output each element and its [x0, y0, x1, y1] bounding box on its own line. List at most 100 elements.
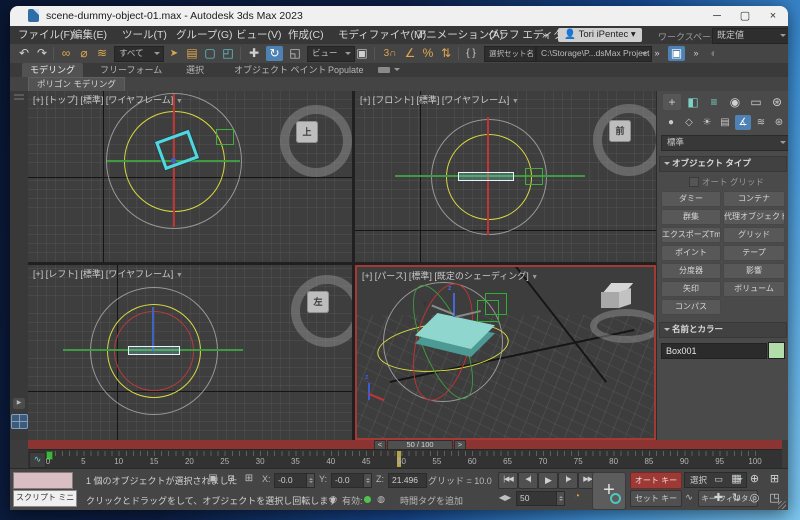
isolate-selection-icon[interactable]: ▣	[206, 472, 220, 486]
geometry-category-icon[interactable]: ●	[663, 115, 679, 130]
ribbon-panel-polygon-modeling[interactable]: ポリゴン モデリング	[28, 77, 125, 92]
select-rotate-icon[interactable]: ↻	[266, 46, 283, 61]
auto-key-button[interactable]: オート キー	[630, 472, 682, 489]
zoom-icon[interactable]: ⊕	[746, 471, 763, 487]
object-name-field[interactable]: Box001	[661, 343, 767, 359]
cameras-category-icon[interactable]: ▤	[717, 115, 733, 130]
rectangular-selection-region-icon[interactable]: ▢	[202, 46, 218, 61]
ribbon-tab-selection[interactable]: 選択	[178, 63, 212, 77]
menu-overflow-chevron[interactable]: »	[542, 28, 548, 42]
helper-button-arrow[interactable]: 矢印	[661, 281, 721, 297]
project-folder-combo[interactable]: C:\Storage\P...dsMax Project	[536, 46, 652, 62]
viewport-layout-icon[interactable]	[11, 414, 28, 429]
unlink-icon[interactable]: ⌀	[76, 46, 92, 61]
add-time-tag[interactable]: 時間タグを追加	[400, 494, 463, 507]
previous-frame-button[interactable]: ◀|	[518, 472, 538, 489]
helper-button-tape[interactable]: テープ	[723, 245, 785, 261]
minimize-button[interactable]: ─	[704, 6, 730, 26]
user-account-menu[interactable]: 👤 Tori iPentec ▾	[558, 28, 642, 42]
select-by-name-icon[interactable]: ▤	[184, 46, 200, 61]
use-center-icon[interactable]: ▣	[354, 46, 370, 61]
go-to-start-button[interactable]: |◀◀	[498, 472, 518, 489]
percent-snap-icon[interactable]: %	[420, 46, 436, 61]
helper-button-influence[interactable]: 影響	[723, 263, 785, 279]
ribbon-tab-populate[interactable]: Populate	[320, 63, 372, 77]
helper-button-grid[interactable]: グリッド	[723, 227, 785, 243]
track-bar[interactable]: ∿ 0 5 10 15 20 25 30 35 40 45 50 55 60 65 70 75 80 85 90 95…	[28, 449, 782, 469]
display-tab-icon[interactable]: ▭	[747, 94, 765, 110]
bind-spacewarp-icon[interactable]: ≋	[94, 46, 110, 61]
maxscript-listener-label[interactable]: スクリプト ミニ リス	[13, 490, 77, 507]
object-color-swatch[interactable]	[768, 342, 785, 359]
render-overflow-chevron[interactable]: »	[689, 46, 703, 61]
ribbon-tab-object-paint[interactable]: オブジェクト ペイント	[226, 63, 335, 77]
helper-box-object[interactable]	[216, 129, 234, 145]
funnel-icon[interactable]: ▼	[512, 98, 519, 105]
viewport-front[interactable]: [+] [フロント] [標準] [ワイヤフレーム] ▼ 前	[355, 91, 656, 262]
menu-edit[interactable]: 編集(E)	[72, 28, 107, 42]
spinner-snap-icon[interactable]: ⇅	[438, 46, 454, 61]
helper-category-dropdown[interactable]: 標準	[661, 135, 788, 151]
create-tab-icon[interactable]: +	[663, 94, 681, 110]
zoom-extents-all-icon[interactable]: ▦	[728, 471, 745, 487]
helper-button-container[interactable]: コンテナ	[723, 191, 785, 207]
adaptive-degradation-icon[interactable]: ◉	[326, 492, 340, 506]
selected-dummy-object[interactable]	[458, 172, 514, 181]
pan-icon[interactable]: ✚	[710, 490, 727, 506]
viewport-left[interactable]: [+] [レフト] [標準] [ワイヤフレーム] ▼ 左	[28, 265, 352, 440]
helper-box-object[interactable]	[525, 168, 543, 185]
viewport-top-label[interactable]: [+] [トップ] [標準] [ワイヤフレーム] ▼	[33, 93, 183, 106]
helpers-category-icon[interactable]: ∡	[735, 115, 751, 130]
z-coordinate-field[interactable]: 21.496	[388, 473, 427, 488]
helper-button-dummy[interactable]: ダミー	[661, 191, 721, 207]
menu-views[interactable]: ビュー(V)	[236, 28, 282, 42]
utilities-tab-icon[interactable]: ⊛	[768, 94, 786, 110]
helper-button-point[interactable]: ポイント	[661, 245, 721, 261]
zoom-region-icon[interactable]: ▭	[710, 471, 727, 487]
menu-modifiers[interactable]: モディファイヤ(M)	[338, 28, 426, 42]
y-spinner[interactable]	[363, 473, 372, 488]
ribbon-tab-freeform[interactable]: フリーフォーム	[92, 63, 170, 77]
time-slider-track[interactable]: < 50 / 100 >	[28, 440, 782, 451]
ribbon-tab-modeling[interactable]: モデリング	[22, 63, 84, 77]
motion-tab-icon[interactable]: ◉	[726, 94, 744, 110]
select-object-icon[interactable]: ➤	[166, 46, 182, 61]
next-frame-button[interactable]: |▶	[558, 472, 578, 489]
frame-spinner[interactable]	[556, 491, 565, 506]
select-scale-icon[interactable]: ◱	[287, 46, 303, 61]
absolute-mode-transform-icon[interactable]: ⊞	[242, 472, 256, 486]
toolbar-overflow-chevron[interactable]: »	[650, 46, 664, 61]
ribbon-minimize-icon[interactable]	[378, 67, 390, 73]
helper-button-delegate[interactable]: 代理オブジェクト	[723, 209, 785, 225]
selection-filter-combo[interactable]: すべて	[114, 46, 164, 62]
modify-tab-icon[interactable]: ◧	[684, 94, 702, 110]
viewcube[interactable]: 左	[307, 291, 329, 313]
maximize-button[interactable]: ▢	[732, 6, 758, 26]
default-in-out-tangent-icon[interactable]: ∿	[682, 490, 696, 504]
time-configuration-icon[interactable]: ◔	[570, 490, 584, 504]
angle-snap-icon[interactable]: ∠	[402, 46, 418, 61]
select-move-icon[interactable]: ✚	[246, 46, 262, 61]
reference-coordinate-combo[interactable]: ビュー	[307, 46, 355, 62]
hierarchy-tab-icon[interactable]: ≡	[705, 94, 723, 110]
x-spinner[interactable]	[306, 473, 315, 488]
mini-curve-editor-toggle[interactable]: ∿	[29, 452, 46, 468]
caddy-toggle-icon[interactable]: ◍	[374, 492, 388, 506]
set-keys-button[interactable]: +	[592, 472, 626, 510]
menu-create[interactable]: 作成(C)	[288, 28, 324, 42]
material-editor-icon[interactable]: ◐	[706, 46, 722, 61]
window-crossing-icon[interactable]: ◰	[220, 46, 236, 61]
play-animation-button[interactable]: ▶	[538, 472, 558, 489]
viewport-top[interactable]: [+] [トップ] [標準] [ワイヤフレーム] ▼ 上	[28, 91, 352, 262]
funnel-icon[interactable]: ▼	[531, 274, 538, 281]
toolbar-grip[interactable]	[14, 94, 24, 96]
link-icon[interactable]: ∞	[58, 46, 74, 61]
selection-lock-icon[interactable]: ◘	[224, 472, 238, 486]
viewcube-ring[interactable]	[590, 309, 654, 343]
lights-category-icon[interactable]: ☀	[699, 115, 715, 130]
render-setup-icon[interactable]: ▣	[668, 46, 685, 61]
mini-curve-editor-icon[interactable]: { }	[462, 46, 480, 61]
helper-button-protractor[interactable]: 分度器	[661, 263, 721, 279]
chevron-down-icon[interactable]	[394, 68, 400, 74]
snap-toggle-icon[interactable]: 3∩	[380, 46, 400, 61]
